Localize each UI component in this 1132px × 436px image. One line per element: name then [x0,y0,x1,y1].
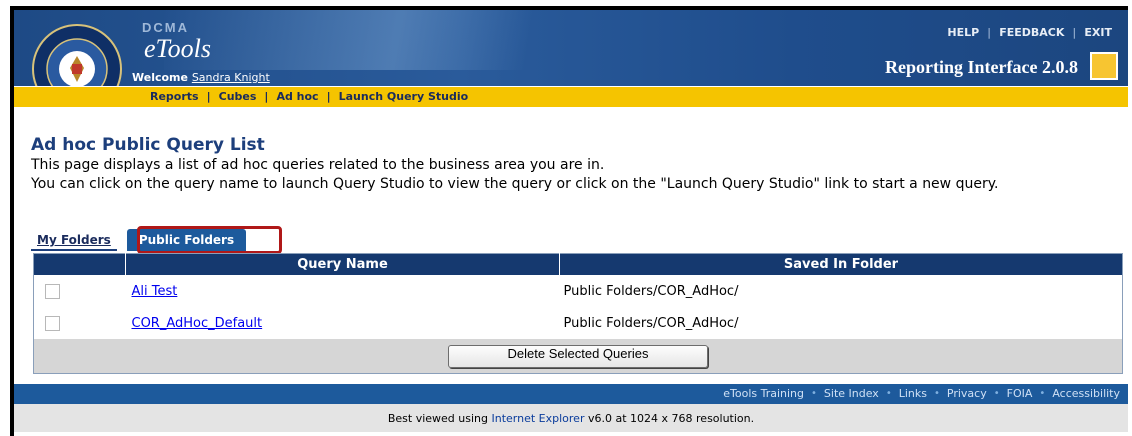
footer-links-bar: eTools Training • Site Index • Links • P… [14,384,1128,404]
note-prefix: Best viewed using [387,412,488,425]
divider: • [934,388,940,399]
delete-selected-button[interactable]: Delete Selected Queries [448,344,708,368]
nav-item-launch-query-studio[interactable]: Launch Query Studio [331,90,477,103]
reporting-icon[interactable] [1090,52,1118,80]
exit-link[interactable]: EXIT [1076,26,1120,39]
help-link[interactable]: HELP [939,26,987,39]
footer-link-links[interactable]: Links [899,387,927,400]
nav-bar: Reports | Cubes | Ad hoc | Launch Query … [14,87,1128,107]
feedback-link[interactable]: FEEDBACK [991,26,1072,39]
footer-link-site-index[interactable]: Site Index [824,387,879,400]
footer-note-bar: Best viewed using Internet Explorer v6.0… [14,404,1128,432]
interface-title: Reporting Interface 2.0.8 [885,57,1078,77]
row-checkbox[interactable] [45,315,60,331]
nav-item-cubes[interactable]: Cubes [211,90,265,103]
org-mark: DCMA [142,20,189,35]
nav-item-reports[interactable]: Reports [142,90,207,103]
app-logo: eTools [144,34,211,63]
page-description: This page displays a list of ad hoc quer… [31,156,1121,194]
footer-link-etools-training[interactable]: eTools Training [723,387,804,400]
top-links: HELP | FEEDBACK | EXIT [939,26,1120,39]
internet-explorer-link[interactable]: Internet Explorer [492,412,585,425]
query-table: Query Name Saved In Folder Ali Test Publ… [33,253,1123,374]
column-header-saved-in-folder: Saved In Folder [559,253,1123,275]
divider: • [1039,388,1046,399]
action-row: Delete Selected Queries [33,339,1123,374]
page-title: Ad hoc Public Query List [31,135,265,155]
browser-note: Best viewed using Internet Explorer v6.0… [14,412,1128,425]
description-line: You can click on the query name to launc… [31,176,999,192]
saved-folder-cell: Public Folders/COR_AdHoc/ [559,275,1123,307]
footer-link-foia[interactable]: FOIA [1007,387,1033,400]
tab-my-folders[interactable]: My Folders [31,229,117,251]
divider: • [811,388,817,399]
nav-item-adhoc[interactable]: Ad hoc [268,90,326,103]
user-name-link[interactable]: Sandra Knight [192,71,270,84]
description-line: This page displays a list of ad hoc quer… [31,157,605,173]
footer-link-privacy[interactable]: Privacy [947,387,987,400]
table-row: COR_AdHoc_Default Public Folders/COR_AdH… [33,307,1123,339]
table-row: Ali Test Public Folders/COR_AdHoc/ [33,275,1123,307]
header-decoration [164,10,684,70]
welcome-text: Welcome Sandra Knight [132,71,270,84]
welcome-label: Welcome [132,71,188,84]
query-name-link[interactable]: COR_AdHoc_Default [132,316,263,331]
column-header-select [33,253,126,275]
highlight-box [137,226,282,254]
note-suffix: v6.0 at 1024 x 768 resolution. [587,412,755,425]
divider: • [885,388,892,399]
row-checkbox[interactable] [45,283,60,299]
query-name-link[interactable]: Ali Test [132,284,178,299]
dcma-seal-icon [32,24,122,86]
footer-link-accessibility[interactable]: Accessibility [1052,387,1120,400]
saved-folder-cell: Public Folders/COR_AdHoc/ [559,307,1123,339]
column-header-query-name: Query Name [125,253,560,275]
divider: • [993,388,1000,399]
